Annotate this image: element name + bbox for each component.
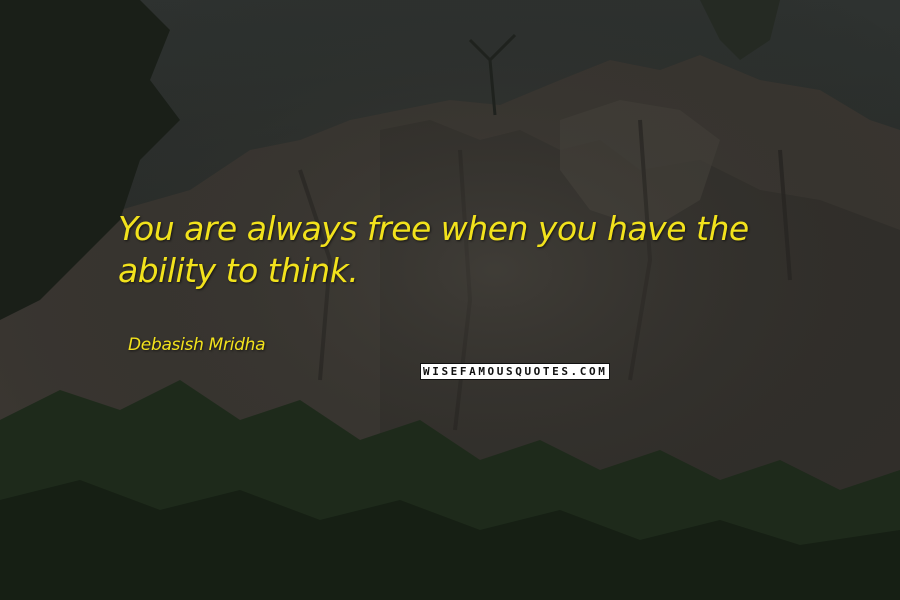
- author-name: Debasish Mridha: [128, 335, 266, 355]
- quote-text: You are always free when you have the ab…: [118, 209, 749, 290]
- watermark-text: WISEFAMOUSQUOTES.COM: [423, 365, 608, 378]
- quote-image: You are always free when you have the ab…: [0, 0, 900, 600]
- watermark-logo: WISEFAMOUSQUOTES.COM: [420, 363, 611, 380]
- background-rock-landscape: [0, 0, 900, 600]
